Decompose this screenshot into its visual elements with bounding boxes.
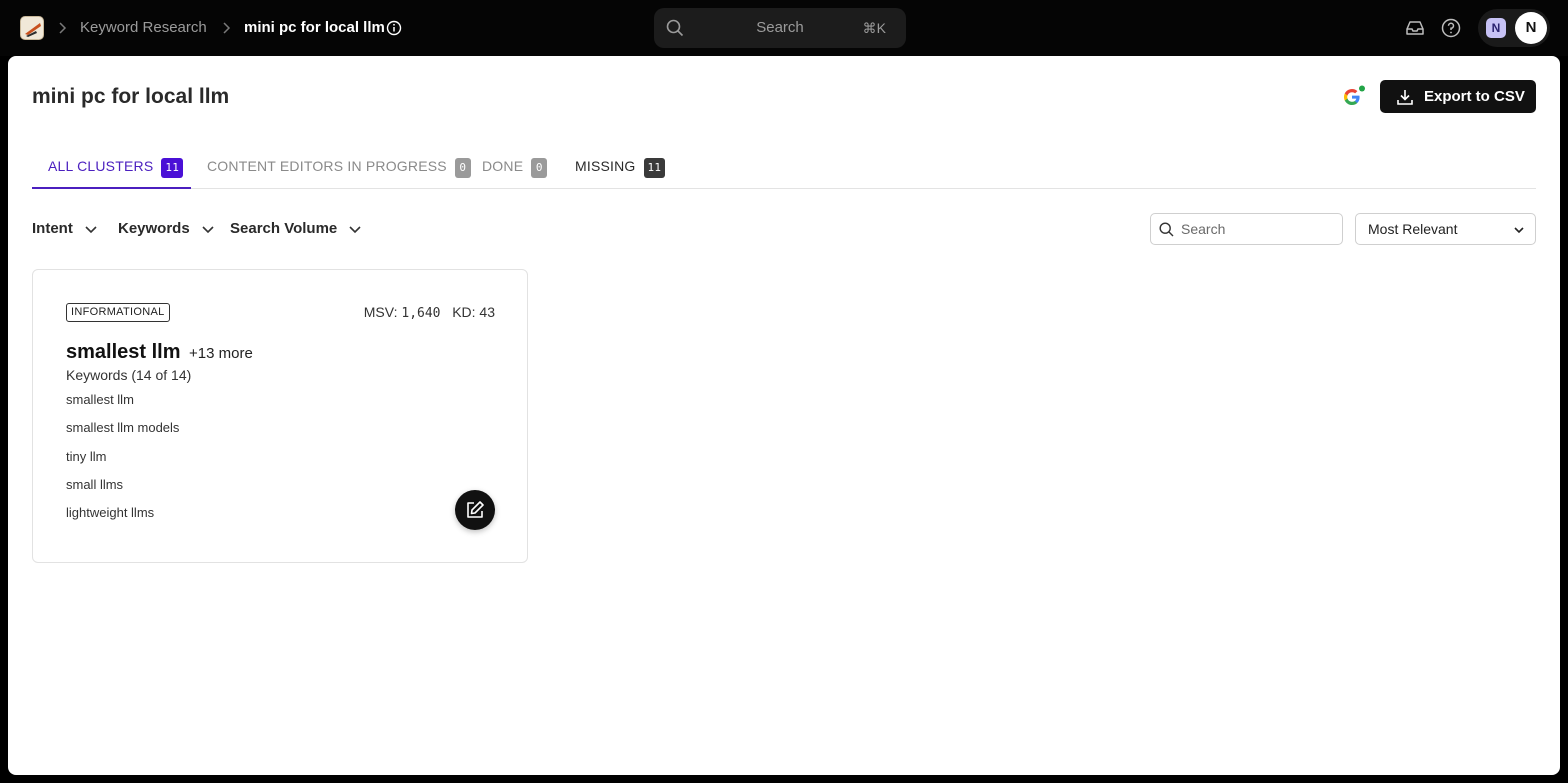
list-item: smallest llm models bbox=[66, 420, 180, 436]
kd-label: KD: bbox=[452, 304, 476, 320]
intent-badge: INFORMATIONAL bbox=[66, 303, 170, 322]
page-title: mini pc for local llm bbox=[32, 85, 230, 108]
chevron-down-icon bbox=[85, 226, 97, 234]
info-icon[interactable] bbox=[386, 20, 402, 36]
keyword-list: smallest llm smallest llm models tiny ll… bbox=[66, 391, 179, 532]
app-logo[interactable] bbox=[20, 16, 44, 40]
tab-all-clusters[interactable]: ALL CLUSTERS 11 bbox=[32, 146, 191, 189]
filter-label: Search Volume bbox=[230, 220, 338, 237]
keyboard-shortcut: ⌘K bbox=[862, 20, 886, 36]
kd-value: 43 bbox=[479, 304, 495, 320]
cluster-search-box bbox=[1150, 213, 1343, 245]
download-icon bbox=[1397, 90, 1413, 105]
tab-done[interactable]: DONE 0 bbox=[482, 146, 548, 189]
cluster-search-input[interactable] bbox=[1181, 219, 1331, 239]
tab-missing[interactable]: MISSING 11 bbox=[575, 146, 666, 189]
account-switcher[interactable]: N N bbox=[1478, 9, 1550, 47]
intent-filter-dropdown[interactable]: Intent bbox=[32, 219, 99, 239]
tab-label: DONE bbox=[482, 158, 524, 174]
chevron-down-icon bbox=[1514, 227, 1524, 234]
cluster-card[interactable]: INFORMATIONAL MSV: 1,640 KD: 43 smallest… bbox=[32, 269, 528, 563]
tab-label: ALL CLUSTERS bbox=[48, 158, 154, 174]
sort-select[interactable]: Most Relevant bbox=[1355, 213, 1536, 245]
sort-selected-value: Most Relevant bbox=[1368, 221, 1458, 237]
list-item: tiny llm bbox=[66, 448, 107, 464]
cluster-metrics: MSV: 1,640 KD: 43 bbox=[364, 303, 495, 323]
chevron-right-icon bbox=[59, 22, 67, 34]
tab-label: CONTENT EDITORS IN PROGRESS bbox=[207, 158, 447, 174]
workspace-avatar[interactable]: N bbox=[1486, 18, 1506, 38]
edit-icon bbox=[467, 501, 484, 518]
cluster-tabs: ALL CLUSTERS 11 CONTENT EDITORS IN PROGR… bbox=[32, 146, 1536, 189]
msv-label: MSV: bbox=[363, 304, 398, 320]
tab-count-badge: 0 bbox=[531, 158, 548, 178]
main-panel: mini pc for local llm Export to CSV ALL … bbox=[8, 56, 1560, 775]
more-keywords-count: +13 more bbox=[189, 345, 253, 362]
msv-value: 1,640 bbox=[401, 306, 441, 321]
chevron-down-icon bbox=[349, 226, 361, 234]
breadcrumb-current: mini pc for local llm bbox=[244, 19, 385, 36]
list-item: smallest llm bbox=[66, 392, 134, 407]
cluster-title: smallest llm bbox=[66, 341, 181, 363]
search-volume-filter-dropdown[interactable]: Search Volume bbox=[230, 219, 363, 239]
inbox-icon[interactable] bbox=[1405, 18, 1425, 38]
list-item: small llms bbox=[66, 476, 124, 492]
breadcrumb-parent[interactable]: Keyword Research bbox=[80, 18, 207, 38]
chevron-down-icon bbox=[202, 226, 214, 234]
google-connected-icon[interactable] bbox=[1342, 85, 1366, 109]
tab-count-badge: 11 bbox=[161, 158, 184, 178]
export-csv-label: Export to CSV bbox=[1424, 88, 1525, 105]
search-icon bbox=[1159, 222, 1174, 237]
keywords-filter-dropdown[interactable]: Keywords bbox=[118, 219, 216, 239]
edit-cluster-button[interactable] bbox=[455, 490, 495, 530]
keyword-count: Keywords (14 of 14) bbox=[66, 367, 192, 383]
help-icon[interactable] bbox=[1441, 18, 1461, 38]
tab-count-badge: 0 bbox=[454, 158, 471, 178]
tab-content-editors-in-progress[interactable]: CONTENT EDITORS IN PROGRESS 0 bbox=[207, 146, 471, 189]
top-bar: Keyword Research mini pc for local llm S… bbox=[0, 0, 1568, 56]
list-item: lightweight llms bbox=[66, 505, 155, 521]
tab-count-badge: 11 bbox=[643, 158, 666, 178]
filter-label: Intent bbox=[32, 220, 73, 237]
tab-label: MISSING bbox=[575, 158, 636, 174]
export-csv-button[interactable]: Export to CSV bbox=[1380, 80, 1536, 113]
global-search-button[interactable]: Search ⌘K bbox=[654, 8, 906, 48]
user-avatar[interactable]: N bbox=[1515, 12, 1547, 44]
filter-label: Keywords bbox=[118, 220, 190, 237]
chevron-right-icon bbox=[223, 22, 231, 34]
